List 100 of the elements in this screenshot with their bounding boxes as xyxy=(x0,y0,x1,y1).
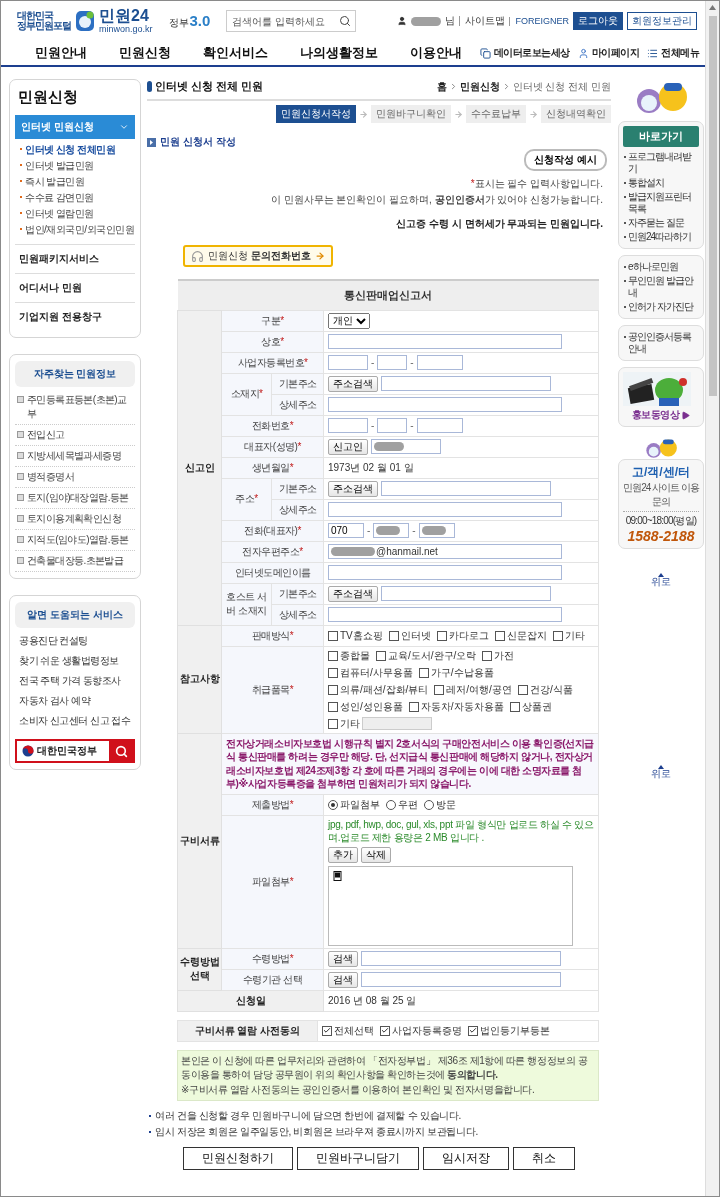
checkbox[interactable] xyxy=(328,718,338,729)
shortcut-link[interactable]: 민원24따라하기 xyxy=(623,230,699,244)
checkbox[interactable] xyxy=(408,701,419,712)
top-link[interactable]: 위로 xyxy=(651,765,671,779)
menu-item[interactable]: 법인/재외국민/외국인민원 xyxy=(15,222,135,238)
utility-link[interactable]: 마이페이지 xyxy=(577,46,639,60)
radio-button[interactable] xyxy=(424,799,434,810)
header-link[interactable]: FOREIGNER xyxy=(509,16,569,26)
nav-item[interactable]: 이용안내 xyxy=(410,44,462,62)
text-field[interactable] xyxy=(328,565,563,580)
video-panel[interactable]: 홍보동영상 xyxy=(618,367,704,427)
checkbox[interactable] xyxy=(517,684,528,695)
action-button[interactable]: 임시저장 xyxy=(423,1147,509,1170)
shortcut-link[interactable]: 자주묻는 질문 xyxy=(623,216,699,230)
text-field[interactable] xyxy=(328,418,368,433)
frequent-link[interactable]: 지방세세목별과세증명 xyxy=(15,446,135,467)
scrollbar[interactable] xyxy=(705,1,719,1196)
frequent-link[interactable]: 건축물대장등.초본발급 xyxy=(15,551,135,572)
example-button[interactable]: 신청작성 예시 xyxy=(524,149,607,171)
utility-link[interactable]: 전체메뉴 xyxy=(647,46,699,60)
service-link[interactable]: 전국 주택 가격 동향조사 xyxy=(15,671,135,691)
inquiry-button[interactable]: 민원신청 문의전화번호 xyxy=(183,245,333,267)
shortcut-link[interactable]: 프로그램내려받기 xyxy=(623,150,699,176)
breadcrumb-link[interactable]: 인터넷 신청 전체 민원 xyxy=(512,79,611,94)
checkbox[interactable] xyxy=(376,650,386,661)
address-search-button[interactable]: 주소검색 xyxy=(328,480,378,497)
checkbox[interactable] xyxy=(322,1025,332,1036)
gov-search-box[interactable]: 대한민국정부 xyxy=(15,739,135,763)
scrollbar-thumb[interactable] xyxy=(708,16,717,396)
frequent-link[interactable]: 주민등록표등본(초본)교부 xyxy=(15,390,135,425)
frequent-link[interactable]: 토지이용계획확인신청 xyxy=(15,509,135,530)
reporter-button[interactable]: 신고인 xyxy=(328,438,368,455)
radio-button[interactable] xyxy=(328,799,338,810)
frequent-link[interactable]: 전입신고 xyxy=(15,425,135,446)
logout-button[interactable]: 로그아웃 xyxy=(573,12,623,30)
checkbox[interactable] xyxy=(552,630,563,641)
type-select[interactable]: 개인 xyxy=(328,312,370,329)
search-icon[interactable] xyxy=(339,15,352,27)
text-field[interactable] xyxy=(361,972,561,987)
nav-item[interactable]: 민원신청 xyxy=(119,44,171,62)
menu-item[interactable]: 즉시 발급민원 xyxy=(15,174,135,190)
radio-button[interactable] xyxy=(386,799,396,810)
breadcrumb-link[interactable]: 홈 xyxy=(436,79,447,94)
action-button[interactable]: 취소 xyxy=(513,1147,575,1170)
search-button[interactable]: 검색 xyxy=(328,971,358,988)
text-field[interactable] xyxy=(328,607,563,622)
shortcut-link[interactable]: e하나로민원 xyxy=(623,260,699,274)
up-arrow-icon[interactable] xyxy=(709,5,716,10)
file-button[interactable]: 추가 xyxy=(328,846,358,863)
checkbox[interactable] xyxy=(436,630,447,641)
menu-item[interactable]: 인터넷 열람민원 xyxy=(15,206,135,222)
checkbox[interactable] xyxy=(328,667,338,678)
shortcut-link[interactable]: 발급지원프린터목록 xyxy=(623,190,699,216)
text-field[interactable] xyxy=(328,397,563,412)
breadcrumb-link[interactable]: 민원신청 xyxy=(459,79,500,94)
text-field[interactable] xyxy=(328,334,563,349)
checkbox[interactable] xyxy=(468,1025,478,1036)
text-field[interactable] xyxy=(381,481,551,496)
text-field[interactable] xyxy=(381,586,551,601)
service-link[interactable]: 찾기 쉬운 생활법령정보 xyxy=(15,651,135,671)
utility-link[interactable]: 데이터로보는세상 xyxy=(479,46,570,60)
text-field[interactable] xyxy=(381,376,551,391)
text-field[interactable] xyxy=(416,418,463,433)
action-button[interactable]: 민원바구니담기 xyxy=(297,1147,419,1170)
menu-item[interactable]: 인터넷 발급민원 xyxy=(15,158,135,174)
address-search-button[interactable]: 주소검색 xyxy=(328,375,378,392)
nav-item[interactable]: 확인서비스 xyxy=(203,44,268,62)
service-link[interactable]: 공용진단 컨설팅 xyxy=(15,631,135,651)
phone-field[interactable]: 070 xyxy=(328,523,364,538)
text-field[interactable] xyxy=(328,355,368,370)
phone-field[interactable] xyxy=(373,523,410,538)
checkbox[interactable] xyxy=(494,630,505,641)
frequent-link[interactable]: 토지(임야)대장열람.등본 xyxy=(15,488,135,509)
nav-item[interactable]: 민원안내 xyxy=(35,44,87,62)
shortcut-link[interactable]: 인허가 자가진단 xyxy=(623,300,699,314)
search-field[interactable]: 검색어를 입력하세요 xyxy=(226,10,357,32)
phone-field[interactable] xyxy=(418,523,455,538)
action-button[interactable]: 민원신청하기 xyxy=(183,1147,293,1170)
menu-section[interactable]: 어디서나 민원 xyxy=(15,273,135,302)
menu-section[interactable]: 인터넷 민원신청 xyxy=(15,115,135,139)
menu-item[interactable]: 수수료 감면민원 xyxy=(15,190,135,206)
header-link[interactable]: 사이트맵 xyxy=(459,16,506,26)
menu-section[interactable]: 기업지원 전용창구 xyxy=(15,302,135,331)
shortcut-link[interactable]: 공인인증서등록안내 xyxy=(623,330,699,356)
checkbox[interactable] xyxy=(434,684,445,695)
shortcut-link[interactable]: 통합설치 xyxy=(623,176,699,190)
shortcut-link[interactable]: 무인민원 발급안내 xyxy=(623,274,699,300)
checkbox[interactable] xyxy=(328,650,338,661)
frequent-link[interactable]: 병적증명서 xyxy=(15,467,135,488)
text-field[interactable] xyxy=(416,355,463,370)
nav-item[interactable]: 나의생활정보 xyxy=(300,44,378,62)
menu-item[interactable]: 인터넷 신청 전체민원 xyxy=(15,142,135,158)
checkbox[interactable] xyxy=(328,701,338,712)
checkbox[interactable] xyxy=(380,1025,390,1036)
checkbox[interactable] xyxy=(388,630,399,641)
checkbox[interactable] xyxy=(482,650,493,661)
name-field[interactable] xyxy=(371,439,441,454)
frequent-link[interactable]: 지적도(임야도)열람.등본 xyxy=(15,530,135,551)
email-field[interactable]: @hanmail.net xyxy=(328,544,563,559)
text-field[interactable] xyxy=(361,951,561,966)
